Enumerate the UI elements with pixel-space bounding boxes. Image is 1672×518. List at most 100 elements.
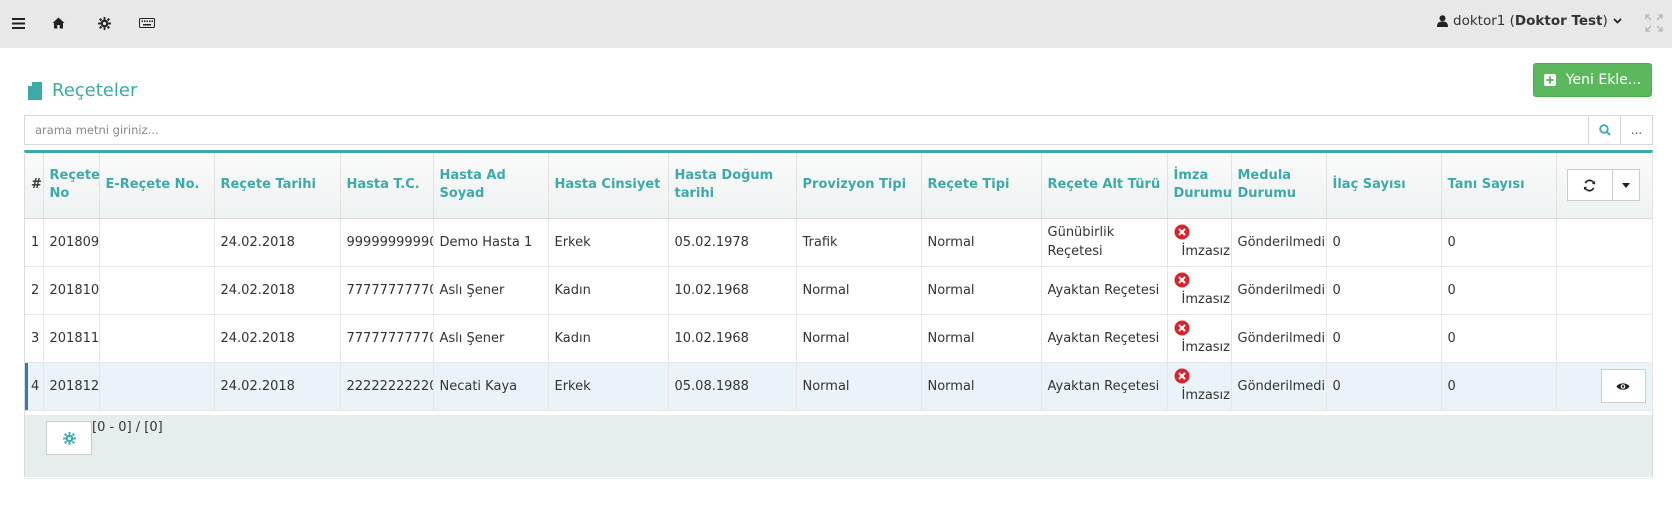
col-header[interactable]: Reçete Tarihi — [214, 153, 341, 219]
cell-recete-tipi: Normal — [921, 218, 1042, 267]
col-header[interactable]: Hasta Ad Soyad — [433, 153, 549, 219]
cell-actions — [1556, 266, 1653, 315]
cell-imza: İmzasız — [1167, 362, 1232, 411]
menu-icon[interactable] — [7, 12, 29, 34]
cell-hasta-tc: 77777777770 — [340, 314, 434, 363]
col-header[interactable]: Hasta T.C. — [340, 153, 434, 219]
cell-recete-tarihi: 24.02.2018 — [214, 314, 341, 363]
col-header[interactable]: Tanı Sayısı — [1441, 153, 1557, 219]
grid-footer: [0 - 0] / [0] — [25, 415, 1652, 477]
cell-cinsiyet: Kadın — [548, 266, 669, 315]
cell-tani: 0 — [1441, 314, 1557, 363]
view-button[interactable] — [1600, 369, 1646, 403]
cell-alt-tur: Ayaktan Reçetesi — [1041, 266, 1168, 315]
cell-recete-no: 201809 — [43, 218, 100, 267]
cell-alt-tur: Ayaktan Reçetesi — [1041, 362, 1168, 411]
col-header[interactable]: Provizyon Tipi — [796, 153, 922, 219]
cell-dogum: 05.08.1988 — [668, 362, 797, 411]
expand-icon[interactable] — [1644, 13, 1664, 33]
col-header[interactable]: E-Reçete No. — [99, 153, 215, 219]
col-header[interactable]: Hasta Cinsiyet — [548, 153, 669, 219]
dropdown-toggle-button[interactable] — [1612, 169, 1640, 202]
cell-tani: 0 — [1441, 362, 1557, 411]
cell-recete-no: 201811 — [43, 314, 100, 363]
cell-recete-no: 201810 — [43, 266, 100, 315]
user-icon — [1437, 15, 1448, 27]
x-circle-icon — [1174, 368, 1189, 383]
gear-icon[interactable] — [93, 12, 115, 34]
col-header[interactable]: Reçete Tipi — [921, 153, 1042, 219]
user-role: Doktor Test — [1514, 13, 1603, 29]
keyboard-icon[interactable] — [136, 12, 158, 34]
table-row[interactable]: 2 201810 24.02.2018 77777777770 Aslı Şen… — [25, 266, 1653, 315]
table-row[interactable]: 3 201811 24.02.2018 77777777770 Aslı Şen… — [25, 314, 1653, 363]
cell-cinsiyet: Erkek — [548, 362, 669, 411]
cell-hasta-ad: Demo Hasta 1 — [433, 218, 549, 267]
grid-settings-button[interactable] — [46, 421, 92, 455]
refresh-icon — [1583, 179, 1596, 192]
col-header[interactable]: # — [25, 153, 44, 219]
table-row-selected[interactable]: 4 201812 24.02.2018 22222222220 Necati K… — [25, 362, 1653, 411]
cell-provizyon: Normal — [796, 362, 922, 411]
col-header[interactable]: Medula Durumu — [1231, 153, 1327, 219]
cell-tani: 0 — [1441, 218, 1557, 267]
home-icon[interactable] — [47, 12, 69, 34]
cell-recete-tipi: Normal — [921, 314, 1042, 363]
table-header-row: # Reçete No E-Reçete No. Reçete Tarihi H… — [25, 153, 1653, 219]
cell-e-recete-no — [99, 218, 215, 267]
eye-icon — [1616, 382, 1630, 390]
cell-recete-tipi: Normal — [921, 362, 1042, 411]
cell-ilac: 0 — [1326, 314, 1442, 363]
cell-ilac: 0 — [1326, 218, 1442, 267]
col-header[interactable]: Reçete No — [43, 153, 100, 219]
search-button[interactable] — [1588, 116, 1620, 144]
cell-ilac: 0 — [1326, 266, 1442, 315]
cell-dogum: 10.02.1968 — [668, 314, 797, 363]
add-new-label: Yeni Ekle... — [1565, 72, 1642, 88]
cell-recete-tarihi: 24.02.2018 — [214, 362, 341, 411]
cell-index: 1 — [25, 218, 44, 267]
cell-imza: İmzasız — [1167, 218, 1232, 267]
document-icon — [28, 81, 42, 100]
page-title-text: Reçeteler — [52, 80, 138, 101]
cell-index: 4 — [25, 362, 44, 411]
top-navbar: doktor1 (Doktor Test) — [0, 0, 1672, 48]
cell-hasta-tc: 99999999990 — [340, 218, 434, 267]
col-header[interactable]: İlaç Sayısı — [1326, 153, 1442, 219]
divider — [24, 478, 1653, 479]
cell-hasta-tc: 77777777770 — [340, 266, 434, 315]
user-menu[interactable]: doktor1 (Doktor Test) — [1437, 13, 1622, 29]
prescriptions-grid: # Reçete No E-Reçete No. Reçete Tarihi H… — [24, 150, 1653, 477]
plus-square-icon — [1543, 74, 1556, 86]
pager-info: [0 - 0] / [0] — [92, 420, 163, 435]
table-row[interactable]: 1 201809 24.02.2018 99999999990 Demo Has… — [25, 218, 1653, 267]
cell-index: 2 — [25, 266, 44, 315]
search-input[interactable] — [25, 116, 1588, 144]
cell-hasta-tc: 22222222220 — [340, 362, 434, 411]
refresh-button[interactable] — [1566, 169, 1613, 202]
search-icon — [1598, 124, 1611, 136]
imza-status: İmzasız — [1181, 243, 1231, 259]
search-bar: ... — [24, 115, 1653, 145]
add-new-button[interactable]: Yeni Ekle... — [1533, 63, 1652, 97]
cell-provizyon: Normal — [796, 314, 922, 363]
cell-hasta-ad: Aslı Şener — [433, 266, 549, 315]
cell-dogum: 05.02.1978 — [668, 218, 797, 267]
cell-cinsiyet: Erkek — [548, 218, 669, 267]
cell-recete-tarihi: 24.02.2018 — [214, 218, 341, 267]
imza-status: İmzasız — [1181, 291, 1231, 307]
more-options-button[interactable]: ... — [1620, 116, 1652, 144]
caret-down-icon — [1621, 182, 1630, 188]
col-header[interactable]: Hasta Doğum tarihi — [668, 153, 797, 219]
col-header[interactable]: İmza Durumu — [1167, 153, 1232, 219]
col-header[interactable]: Reçete Alt Türü — [1041, 153, 1168, 219]
cell-actions — [1556, 314, 1653, 363]
gear-icon — [62, 431, 76, 445]
cell-index: 3 — [25, 314, 44, 363]
cell-dogum: 10.02.1968 — [668, 266, 797, 315]
cell-actions — [1556, 218, 1653, 267]
x-circle-icon — [1174, 320, 1189, 335]
cell-alt-tur: Günübirlik Reçetesi — [1041, 218, 1168, 267]
user-name: doktor1 — [1453, 13, 1506, 29]
cell-recete-tarihi: 24.02.2018 — [214, 266, 341, 315]
